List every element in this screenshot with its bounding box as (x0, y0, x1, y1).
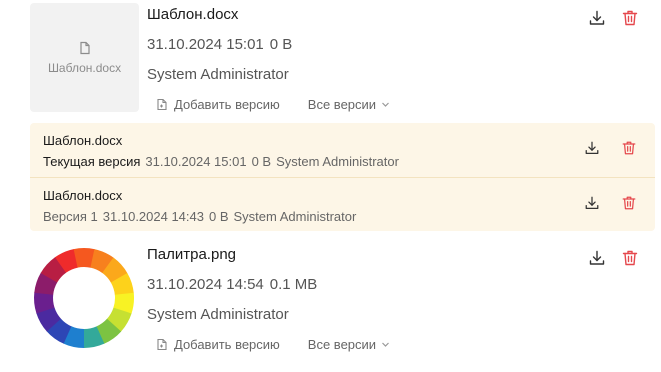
version-label: Версия 1 (43, 209, 98, 224)
delete-button[interactable] (620, 248, 640, 268)
download-button[interactable] (587, 8, 607, 28)
file-date: 31.10.2024 15:01 (147, 36, 264, 53)
thumbnail-label: Шаблон.docx (47, 60, 122, 75)
version-file-name: Шаблон.docx (43, 188, 123, 203)
download-icon (589, 10, 605, 25)
color-wheel-image (34, 248, 134, 348)
all-versions-label: Все версии (307, 337, 377, 352)
add-version-label: Добавить версию (174, 97, 280, 112)
file-date-size: 31.10.2024 15:01 0 В (147, 36, 292, 53)
version-label: Текущая версия (43, 154, 141, 169)
version-date: 31.10.2024 15:01 (145, 154, 247, 169)
file-thumbnail[interactable]: Шаблон.docx (30, 3, 139, 112)
add-version-button[interactable]: Добавить версию (155, 337, 280, 352)
chevron-down-icon (382, 342, 389, 347)
version-file-name: Шаблон.docx (43, 133, 123, 148)
file-date-size: 31.10.2024 14:54 0.1 MB (147, 276, 317, 293)
version-row: Шаблон.docx Текущая версия 31.10.2024 15:… (30, 123, 655, 177)
version-delete-button[interactable] (619, 193, 639, 213)
file-card-png: Палитра.png 31.10.2024 14:54 0.1 MB Syste… (30, 240, 661, 372)
versions-list: Шаблон.docx Текущая версия 31.10.2024 15:… (30, 123, 655, 231)
file-date: 31.10.2024 14:54 (147, 276, 264, 293)
download-button[interactable] (587, 248, 607, 268)
add-version-button[interactable]: Добавить версию (155, 97, 280, 112)
download-icon (585, 141, 599, 154)
version-info: Версия 1 31.10.2024 14:43 0 В System Admini… (43, 209, 356, 224)
file-size: 0.1 MB (269, 276, 318, 293)
file-name: Палитра.png (147, 246, 237, 263)
file-name: Шаблон.docx (147, 6, 239, 23)
version-info: Текущая версия 31.10.2024 15:01 0 В System … (43, 154, 399, 169)
download-icon (589, 250, 605, 265)
file-card-docx: Шаблон.docx Шаблон.docx 31.10.2024 15:01… (30, 0, 661, 120)
all-versions-dropdown[interactable]: Все версии (308, 337, 390, 352)
version-size: 0 В (209, 209, 229, 224)
add-version-icon (157, 338, 167, 351)
chevron-down-icon (382, 102, 389, 107)
file-thumbnail[interactable] (33, 247, 135, 349)
trash-icon (622, 141, 636, 155)
file-author: System Administrator (147, 66, 289, 83)
version-delete-button[interactable] (619, 138, 639, 158)
trash-icon (622, 196, 636, 210)
version-date: 31.10.2024 14:43 (102, 209, 204, 224)
trash-icon (622, 250, 638, 266)
add-version-icon (157, 98, 167, 111)
trash-icon (622, 10, 638, 26)
file-author: System Administrator (147, 306, 289, 323)
version-author: System Administrator (276, 154, 399, 169)
all-versions-label: Все версии (307, 97, 377, 112)
document-icon (79, 41, 90, 54)
version-row: Шаблон.docx Версия 1 31.10.2024 14:43 0 В S… (30, 177, 655, 231)
add-version-label: Добавить версию (174, 337, 280, 352)
version-author: System Administrator (233, 209, 357, 224)
download-icon (585, 196, 599, 209)
version-download-button[interactable] (582, 193, 602, 213)
version-size: 0 В (251, 154, 272, 169)
delete-button[interactable] (620, 8, 640, 28)
version-download-button[interactable] (582, 138, 602, 158)
all-versions-dropdown[interactable]: Все версии (308, 97, 390, 112)
file-size: 0 В (269, 36, 293, 53)
